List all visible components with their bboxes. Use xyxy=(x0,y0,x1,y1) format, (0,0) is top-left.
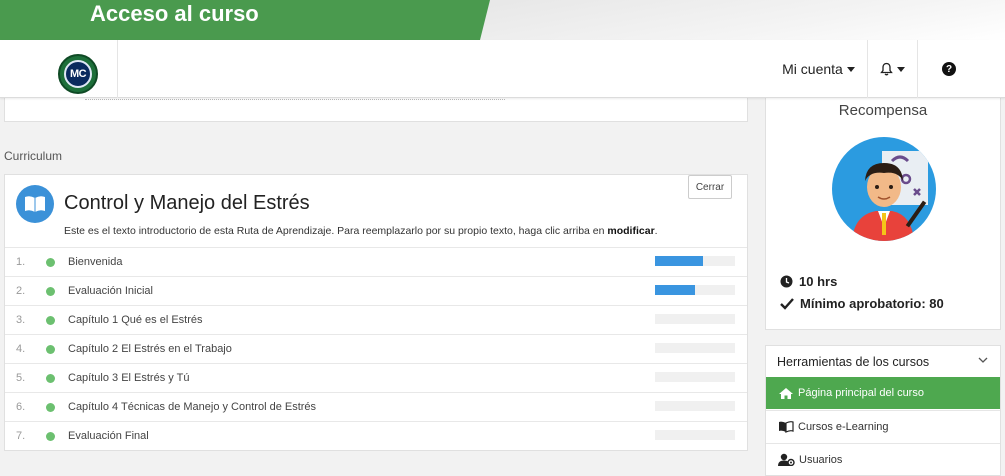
chevron-down-icon xyxy=(978,357,988,363)
reward-title: Recompensa xyxy=(838,102,928,119)
notifications-menu[interactable] xyxy=(868,40,918,98)
progress-fill xyxy=(655,256,703,266)
item-name: Bienvenida xyxy=(68,256,123,268)
curriculum-item[interactable]: 2. Evaluación Inicial xyxy=(5,276,747,305)
caret-down-icon xyxy=(897,66,905,72)
course-tools-header[interactable]: Herramientas de los cursos xyxy=(766,346,1000,377)
book-icon xyxy=(16,185,54,223)
tool-label: Cursos e-Learning xyxy=(798,420,889,433)
home-icon xyxy=(779,387,793,399)
tool-elearning-courses[interactable]: Cursos e-Learning xyxy=(766,410,1000,442)
top-header: MC Mi cuenta ? xyxy=(0,40,1005,98)
page-banner: Acceso al curso xyxy=(0,0,1005,40)
reward-card: Recompensa 10 hrs Mínimo aprobatorio: 80 xyxy=(765,92,1001,330)
tool-users[interactable]: Usuarios xyxy=(766,443,1000,475)
course-tools-card: Herramientas de los cursos Página princi… xyxy=(765,345,1001,476)
help-button[interactable]: ? xyxy=(918,40,980,98)
item-number: 4. xyxy=(16,343,26,355)
item-number: 5. xyxy=(16,372,26,384)
my-account-menu[interactable]: Mi cuenta xyxy=(770,40,868,98)
curriculum-item[interactable]: 4. Capítulo 2 El Estrés en el Trabajo xyxy=(5,334,747,363)
curriculum-item[interactable]: 6. Capítulo 4 Técnicas de Manejo y Contr… xyxy=(5,392,747,421)
min-pass-text: Mínimo aprobatorio: 80 xyxy=(800,296,944,311)
item-name: Evaluación Final xyxy=(68,430,149,442)
curriculum-label: Curriculum xyxy=(4,149,63,163)
item-number: 1. xyxy=(16,256,26,268)
check-icon xyxy=(780,297,794,310)
book-icon xyxy=(779,420,794,433)
page-title: Acceso al curso xyxy=(90,1,259,26)
course-intro: Este es el texto introductorio de esta R… xyxy=(64,225,658,237)
tool-course-home[interactable]: Página principal del curso xyxy=(766,377,1000,409)
caret-down-icon xyxy=(846,66,855,72)
course-card: Control y Manejo del Estrés Cerrar Este … xyxy=(4,174,748,451)
account-label: Mi cuenta xyxy=(782,61,843,77)
intro-end: . xyxy=(654,225,658,237)
status-dot-icon xyxy=(46,316,55,325)
duration-text: 10 hrs xyxy=(799,274,838,289)
item-number: 7. xyxy=(16,430,26,442)
curriculum-list: 1. Bienvenida 2. Evaluación Inicial 3. C… xyxy=(5,247,747,450)
item-name: Capítulo 3 El Estrés y Tú xyxy=(68,372,190,384)
description-text-fragment xyxy=(85,99,505,101)
progress-bar xyxy=(655,401,735,411)
reward-badge-image xyxy=(832,137,936,241)
progress-bar xyxy=(655,343,735,353)
curriculum-item[interactable]: 5. Capítulo 3 El Estrés y Tú xyxy=(5,363,747,392)
progress-fill xyxy=(655,285,695,295)
item-name: Capítulo 4 Técnicas de Manejo y Control … xyxy=(68,401,317,413)
curriculum-item[interactable]: 7. Evaluación Final xyxy=(5,421,747,450)
logo-area: MC xyxy=(0,40,118,98)
progress-bar xyxy=(655,430,735,440)
item-name: Capítulo 2 El Estrés en el Trabajo xyxy=(68,343,232,355)
status-dot-icon xyxy=(46,345,55,354)
site-logo[interactable]: MC xyxy=(58,54,98,94)
min-pass-info: Mínimo aprobatorio: 80 xyxy=(780,296,944,311)
progress-bar xyxy=(655,314,735,324)
status-dot-icon xyxy=(46,432,55,441)
help-icon: ? xyxy=(942,62,956,76)
item-name: Evaluación Inicial xyxy=(68,285,153,297)
users-icon xyxy=(778,453,795,466)
banner-fade xyxy=(480,0,1005,40)
tool-label: Usuarios xyxy=(799,453,843,466)
progress-bar xyxy=(655,256,735,266)
clock-icon xyxy=(780,275,793,288)
modify-link[interactable]: modificar xyxy=(607,225,654,237)
item-number: 6. xyxy=(16,401,26,413)
status-dot-icon xyxy=(46,403,55,412)
progress-bar xyxy=(655,372,735,382)
item-number: 3. xyxy=(16,314,26,326)
close-button[interactable]: Cerrar xyxy=(688,175,732,199)
course-title: Control y Manejo del Estrés xyxy=(64,192,310,214)
intro-text: Este es el texto introductorio de esta R… xyxy=(64,225,608,237)
item-name: Capítulo 1 Qué es el Estrés xyxy=(68,314,203,326)
status-dot-icon xyxy=(46,258,55,267)
curriculum-item[interactable]: 3. Capítulo 1 Qué es el Estrés xyxy=(5,305,747,334)
logo-text: MC xyxy=(64,60,92,88)
bell-icon xyxy=(880,62,893,76)
progress-bar xyxy=(655,285,735,295)
item-number: 2. xyxy=(16,285,26,297)
course-tools-title: Herramientas de los cursos xyxy=(777,354,930,369)
tool-label: Página principal del curso xyxy=(798,387,924,399)
status-dot-icon xyxy=(46,374,55,383)
duration-info: 10 hrs xyxy=(780,274,837,289)
curriculum-item[interactable]: 1. Bienvenida xyxy=(5,247,747,276)
status-dot-icon xyxy=(46,287,55,296)
